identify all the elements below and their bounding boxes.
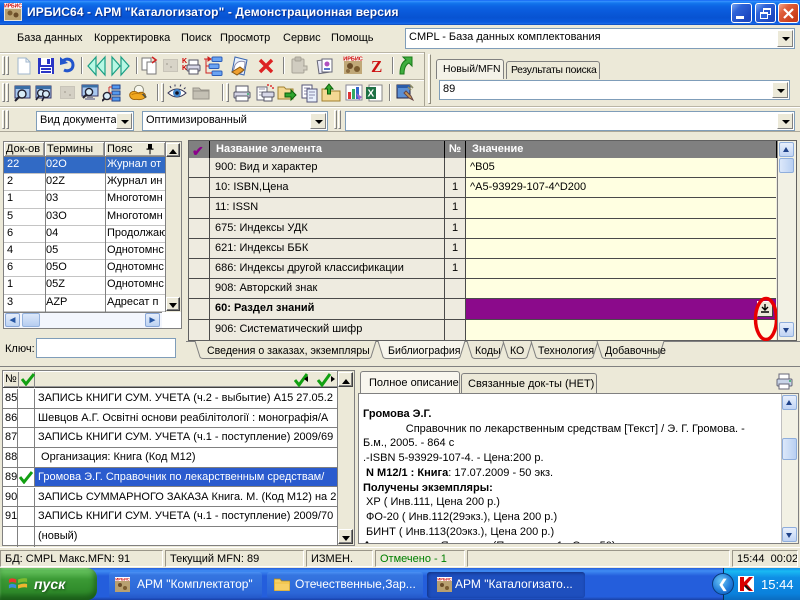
svg-text:ИРБИС: ИРБИС xyxy=(115,577,129,582)
svg-text:K: K xyxy=(182,65,187,72)
svg-text:Добавочные: Добавочные xyxy=(605,345,666,357)
svg-text:Z: Z xyxy=(371,57,382,76)
svg-text:ИРБИС: ИРБИС xyxy=(437,577,451,582)
svg-text:ИРБИС: ИРБИС xyxy=(4,4,22,10)
svg-text:K: K xyxy=(182,58,187,65)
svg-text:Коды: Коды xyxy=(475,345,501,357)
svg-text:Сведения о заказах, экземпляры: Сведения о заказах, экземпляры xyxy=(207,345,370,357)
svg-text:Технология: Технология xyxy=(538,345,594,357)
svg-text:КО: КО xyxy=(510,345,524,357)
svg-text:Библиография: Библиография xyxy=(388,345,460,357)
svg-text:X: X xyxy=(368,89,375,100)
